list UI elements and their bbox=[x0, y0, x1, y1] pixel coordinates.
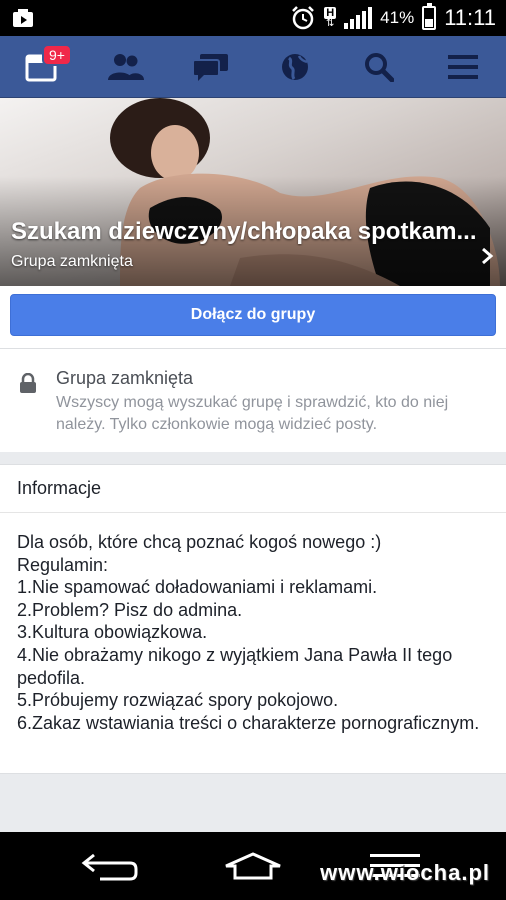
friends-tab[interactable] bbox=[94, 36, 158, 98]
chevron-right-icon bbox=[482, 247, 494, 265]
friends-icon bbox=[108, 54, 144, 80]
media-icon bbox=[13, 9, 33, 27]
top-nav-bar: 9+ bbox=[0, 36, 506, 98]
battery-percent: 41% bbox=[380, 8, 415, 27]
lock-icon bbox=[20, 373, 36, 393]
info-card: Informacje Dla osób, które chcą poznać k… bbox=[0, 464, 506, 774]
globe-tab[interactable] bbox=[263, 36, 327, 98]
info-line: 1.Nie spamować doładowaniami i reklamami… bbox=[17, 577, 378, 598]
android-nav-bar: www.wiocha.pl bbox=[0, 832, 506, 900]
info-line: Dla osób, które chcą poznać kogoś nowego… bbox=[17, 532, 382, 552]
notifications-tab[interactable]: 9+ bbox=[10, 36, 74, 98]
join-section: Dołącz do grupy bbox=[0, 286, 506, 348]
menu-tab[interactable] bbox=[431, 36, 495, 98]
info-line: 2.Problem? Pisz do admina. bbox=[17, 599, 243, 620]
globe-icon bbox=[282, 54, 308, 80]
menu-icon bbox=[448, 55, 478, 79]
info-header: Informacje bbox=[0, 465, 506, 513]
watermark: www.wiocha.pl bbox=[320, 860, 490, 885]
status-bar: H ⇅ 41% 11:11 bbox=[0, 0, 506, 36]
info-line: 6.Zakaz wstawiania treści o charakterze … bbox=[17, 712, 480, 733]
home-icon bbox=[225, 852, 281, 880]
privacy-title: Grupa zamknięta bbox=[56, 368, 194, 388]
messages-tab[interactable] bbox=[179, 36, 243, 98]
info-line: Regulamin: bbox=[17, 554, 109, 575]
clock: 11:11 bbox=[444, 5, 496, 30]
group-privacy-label: Grupa zamknięta bbox=[11, 253, 133, 270]
notifications-badge: 9+ bbox=[42, 44, 72, 66]
battery-icon bbox=[422, 3, 437, 30]
back-button[interactable] bbox=[60, 832, 160, 900]
group-cover[interactable]: Szukam dziewczyny/chłopaka spotkam... Gr… bbox=[0, 98, 506, 286]
home-button[interactable] bbox=[203, 832, 303, 900]
network-h-icon: H ⇅ bbox=[324, 7, 337, 29]
alarm-icon bbox=[292, 6, 315, 30]
info-line: 4.Nie obrażamy nikogo z wyjątkiem Jana P… bbox=[17, 644, 453, 688]
privacy-description: Wszyscy mogą wyszukać grupę i sprawdzić,… bbox=[56, 394, 449, 433]
join-group-button[interactable]: Dołącz do grupy bbox=[10, 294, 496, 336]
info-line: 3.Kultura obowiązkowa. bbox=[17, 622, 208, 643]
info-line: 5.Próbujemy rozwiązać spory pokojowo. bbox=[17, 690, 339, 711]
back-icon bbox=[81, 853, 138, 881]
signal-icon bbox=[344, 7, 373, 29]
messages-icon bbox=[192, 54, 228, 81]
info-header-label: Informacje bbox=[17, 478, 102, 498]
info-body: Dla osób, które chcą poznać kogoś nowego… bbox=[17, 531, 487, 734]
group-title: Szukam dziewczyny/chłopaka spotkam... bbox=[11, 218, 477, 245]
search-tab[interactable] bbox=[347, 36, 411, 98]
search-icon bbox=[365, 53, 394, 82]
privacy-card: Grupa zamknięta Wszyscy mogą wyszukać gr… bbox=[0, 348, 506, 452]
